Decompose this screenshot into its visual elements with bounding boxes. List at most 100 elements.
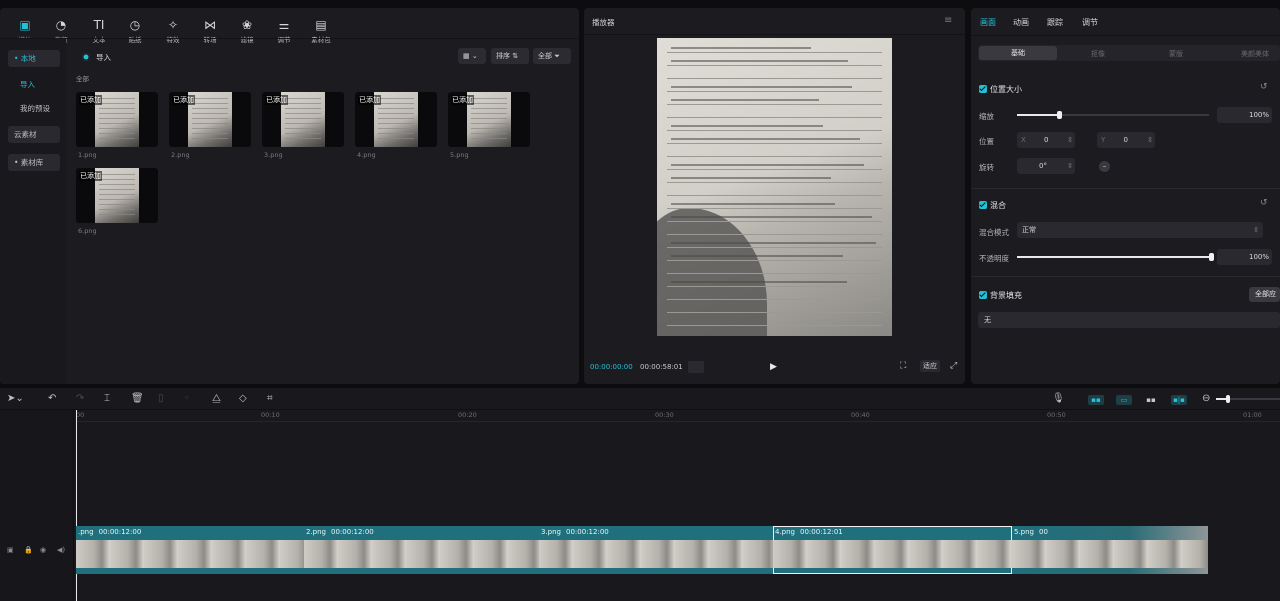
- mirror-icon[interactable]: ⧋: [212, 393, 221, 404]
- ratio-button[interactable]: 适应: [920, 360, 940, 372]
- track-audio-icon[interactable]: ◀): [57, 546, 65, 554]
- opacity-value[interactable]: 100%: [1217, 249, 1272, 265]
- media-item[interactable]: 已添加: [448, 92, 530, 147]
- media-item[interactable]: 已添加: [355, 92, 437, 147]
- sidebar-item-library[interactable]: • 素材库: [8, 154, 60, 171]
- apply-all-button[interactable]: 全部应: [1249, 287, 1280, 302]
- align-icon[interactable]: ▪|▪: [1171, 395, 1187, 405]
- tab-tracking[interactable]: 跟踪: [1047, 17, 1063, 28]
- position-x-field[interactable]: X 0 ⇳: [1017, 132, 1075, 148]
- scale-slider-knob[interactable]: [1057, 111, 1063, 119]
- crop-icon[interactable]: ⌗: [267, 393, 273, 404]
- media-item-name: 5.png: [450, 151, 469, 159]
- opacity-slider-knob[interactable]: [1209, 253, 1214, 261]
- ruled-line: [667, 169, 882, 170]
- stepper-icon[interactable]: ⇳: [1147, 132, 1153, 148]
- blend-checkbox[interactable]: [979, 201, 987, 209]
- position-size-checkbox[interactable]: [979, 85, 987, 93]
- sidebar-item-presets[interactable]: 我的预设: [8, 100, 60, 117]
- scale-slider[interactable]: [1017, 111, 1209, 119]
- ruled-line: [667, 52, 882, 53]
- zoom-slider[interactable]: [1216, 395, 1280, 403]
- handwriting-stroke: [671, 216, 872, 218]
- preview-axis-icon[interactable]: ▪▪: [1143, 395, 1159, 405]
- position-y-field[interactable]: Y 0 ⇳: [1097, 132, 1155, 148]
- sidebar-item-cloud[interactable]: 云素材: [8, 126, 60, 143]
- subtab-basic[interactable]: 基础: [979, 46, 1057, 60]
- ruler-tick-label: 00:40: [851, 411, 870, 419]
- zoom-out-icon[interactable]: ⊖: [1202, 393, 1210, 404]
- timeline-clip[interactable]: 5.png 00: [1012, 526, 1208, 574]
- reverse-icon[interactable]: ◦: [184, 393, 190, 404]
- track-cover-icon[interactable]: ▣: [7, 546, 14, 554]
- media-item[interactable]: 已添加: [76, 168, 158, 223]
- freeze-icon[interactable]: ▯: [158, 393, 164, 404]
- tab-adjustment[interactable]: 调节: [1082, 17, 1098, 28]
- tab-animation[interactable]: 动画: [1013, 17, 1029, 28]
- timeline-clip[interactable]: 2.png 00:00:12:00: [304, 526, 539, 574]
- tab-adjust[interactable]: ⚌ 调节: [267, 18, 301, 44]
- track-lock-icon[interactable]: 🔒: [24, 546, 33, 554]
- sort-button[interactable]: 排序 ⇅: [491, 48, 529, 64]
- timeline-clip[interactable]: 4.png 00:00:12:01: [773, 526, 1012, 574]
- undo-icon[interactable]: ↶: [48, 393, 56, 404]
- link-icon[interactable]: ▭: [1116, 395, 1132, 405]
- rotate-field[interactable]: 0° ⇳: [1017, 158, 1075, 174]
- timecode-format-icon[interactable]: [688, 361, 704, 373]
- tab-text[interactable]: TI 文本: [82, 18, 116, 44]
- added-badge: 已添加: [172, 95, 195, 105]
- reset-position-icon[interactable]: ↺: [1260, 82, 1268, 92]
- zoom-slider-knob[interactable]: [1226, 395, 1230, 403]
- clip-duration: 00:00:12:00: [98, 528, 142, 536]
- ruled-line: [667, 130, 882, 131]
- material-pack-icon: ▤: [315, 18, 327, 32]
- scale-value[interactable]: 100%: [1217, 107, 1272, 123]
- reset-blend-icon[interactable]: ↺: [1260, 198, 1268, 208]
- microphone-icon[interactable]: 🎙: [1052, 393, 1065, 404]
- tab-material-pack[interactable]: ▤ 素材包: [304, 18, 338, 44]
- background-fill-select[interactable]: 无: [978, 312, 1280, 328]
- redo-icon[interactable]: ↷: [76, 393, 84, 404]
- track-header: [0, 410, 74, 601]
- play-icon[interactable]: ▶: [770, 362, 777, 372]
- subtab-keying[interactable]: 抠像: [1091, 49, 1105, 59]
- blend-mode-select[interactable]: 正常 ⇳: [1017, 222, 1263, 238]
- rotate-icon[interactable]: ◇: [239, 393, 247, 404]
- timeline-clip[interactable]: 3.png 00:00:12:00: [539, 526, 773, 574]
- media-item[interactable]: 已添加: [262, 92, 344, 147]
- view-mode-button[interactable]: ▦ ⌄: [458, 48, 486, 64]
- filter-button[interactable]: 全部 ⏷: [533, 48, 571, 64]
- handwriting-stroke: [671, 99, 819, 101]
- magnet-snap-icon[interactable]: ▪▪: [1088, 395, 1104, 405]
- stepper-icon[interactable]: ⇳: [1067, 132, 1073, 148]
- stepper-icon[interactable]: ⇳: [1067, 158, 1073, 174]
- tab-sticker[interactable]: ◷ 贴纸: [118, 18, 152, 44]
- select-tool-icon[interactable]: ➤⌄: [7, 393, 24, 404]
- fullscreen-capture-icon[interactable]: ⛶: [900, 361, 906, 371]
- tab-picture[interactable]: 画面: [980, 17, 996, 28]
- subtab-beauty[interactable]: 美颜美体: [1241, 49, 1269, 59]
- sidebar-item-import[interactable]: 导入: [8, 76, 60, 93]
- toolbar-divider: [0, 38, 579, 39]
- rotate-dial-icon[interactable]: –: [1099, 161, 1110, 172]
- background-fill-checkbox[interactable]: [979, 291, 987, 299]
- tab-filter[interactable]: ❀ 滤镜: [230, 18, 264, 44]
- ruled-line: [667, 65, 882, 66]
- tab-transition[interactable]: ⋈ 转场: [193, 18, 227, 44]
- ruler-tick-label: 00:30: [655, 411, 674, 419]
- track-visibility-icon[interactable]: ◉: [40, 546, 46, 554]
- subtab-mask[interactable]: 蒙版: [1169, 49, 1183, 59]
- fullscreen-icon[interactable]: ⤢: [950, 361, 957, 371]
- sidebar-item-local[interactable]: • 本地: [8, 50, 60, 67]
- delete-icon[interactable]: 🗑: [131, 393, 144, 404]
- opacity-slider-fill: [1017, 256, 1213, 258]
- handwriting-stroke: [671, 164, 864, 166]
- player-menu-icon[interactable]: ≡: [944, 15, 952, 26]
- media-item[interactable]: 已添加: [76, 92, 158, 147]
- added-badge: 已添加: [451, 95, 474, 105]
- timeline-clip[interactable]: .png 00:00:12:00: [76, 526, 304, 574]
- media-item[interactable]: 已添加: [169, 92, 251, 147]
- split-icon[interactable]: ⌶: [104, 393, 110, 404]
- opacity-slider[interactable]: [1017, 253, 1214, 261]
- tab-effects[interactable]: ✧ 特效: [156, 18, 190, 44]
